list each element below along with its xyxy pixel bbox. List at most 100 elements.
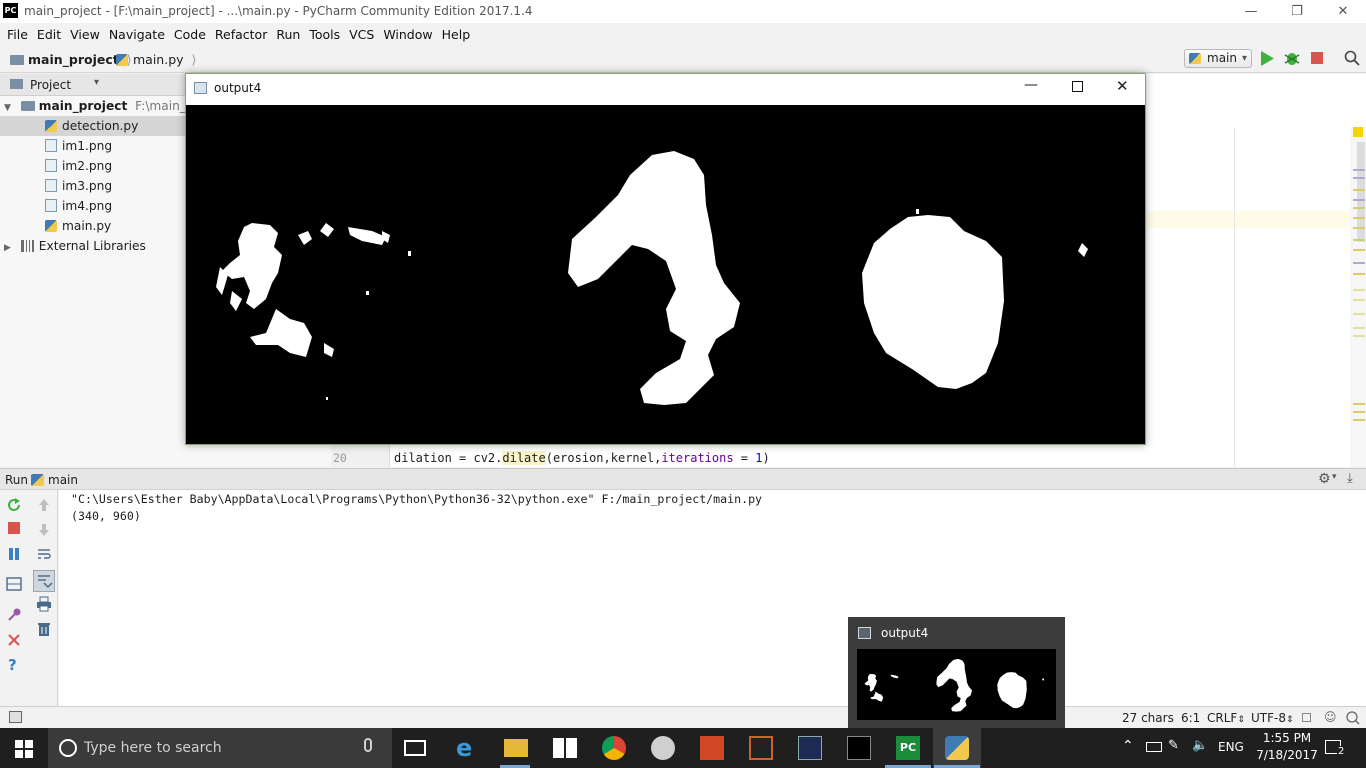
menu-navigate[interactable]: Navigate: [105, 27, 169, 42]
menu-refactor[interactable]: Refactor: [211, 27, 271, 42]
project-view-label[interactable]: Project: [30, 78, 71, 92]
file-encoding-label: UTF-8: [1251, 711, 1286, 725]
menu-bar: File Edit View Navigate Code Refactor Ru…: [0, 23, 1366, 45]
lock-icon[interactable]: [1302, 713, 1311, 722]
selection-chars: 27 chars: [1122, 711, 1174, 725]
dilated-blob-left: [216, 223, 411, 400]
microphone-icon[interactable]: [364, 738, 372, 752]
marker: [1353, 249, 1365, 251]
taskbar-search-box[interactable]: Type here to search: [48, 728, 392, 768]
chrome-icon[interactable]: [602, 736, 626, 760]
help-icon[interactable]: ?: [8, 656, 24, 674]
close-button[interactable]: ✕: [1320, 0, 1366, 23]
language-indicator[interactable]: ENG: [1218, 740, 1244, 754]
menu-window[interactable]: Window: [379, 27, 436, 42]
scroll-to-end-toggle[interactable]: [33, 570, 55, 592]
event-log-icon[interactable]: [1346, 711, 1360, 725]
window-icon: [194, 82, 207, 94]
line-separator[interactable]: CRLF⇕: [1207, 711, 1245, 725]
clock-time[interactable]: 1:55 PM: [1262, 731, 1312, 745]
close-icon[interactable]: [6, 632, 22, 648]
menu-code[interactable]: Code: [170, 27, 210, 42]
command-prompt-icon[interactable]: [847, 736, 871, 760]
chevron-right-icon: ⟩: [191, 52, 197, 67]
stop-icon[interactable]: [1311, 52, 1323, 64]
caret-position[interactable]: 6:1: [1181, 711, 1200, 725]
app-icon[interactable]: [651, 736, 675, 760]
chevron-down-icon[interactable]: ▾: [1332, 472, 1337, 482]
wifi-icon[interactable]: ✎: [1168, 738, 1179, 753]
menu-tools[interactable]: Tools: [305, 27, 344, 42]
tree-file-label: im2.png: [62, 159, 113, 173]
layout-icon[interactable]: [6, 576, 22, 592]
arrow-up-icon[interactable]: [36, 497, 52, 513]
file-explorer-icon[interactable]: [504, 739, 528, 757]
arrow-down-icon[interactable]: [36, 522, 52, 538]
file-encoding[interactable]: UTF-8⇕: [1251, 711, 1294, 725]
breadcrumb-project[interactable]: main_project ⟩: [10, 52, 132, 67]
menu-view[interactable]: View: [66, 27, 104, 42]
chevron-down-icon[interactable]: ▾: [94, 77, 99, 88]
menu-help[interactable]: Help: [438, 27, 475, 42]
clock-date[interactable]: 7/18/2017: [1255, 748, 1319, 762]
edge-browser-icon[interactable]: e: [456, 736, 480, 760]
menu-vcs[interactable]: VCS: [345, 27, 378, 42]
gear-icon[interactable]: ⚙: [1318, 471, 1331, 487]
hide-panel-icon[interactable]: ⤓: [1347, 471, 1353, 486]
marker: [1353, 419, 1365, 421]
battery-icon[interactable]: [1146, 742, 1162, 752]
menu-file[interactable]: File: [3, 27, 32, 42]
pycharm-taskbar-icon[interactable]: PC: [896, 736, 920, 760]
taskbar: Type here to search e PC ⌃ ✎ 🔈 ENG 1:55 …: [0, 728, 1366, 768]
inspector-icon[interactable]: ☺: [1324, 710, 1337, 724]
marker: [1353, 273, 1365, 275]
search-icon[interactable]: [1344, 50, 1360, 66]
taskbar-thumbnail[interactable]: output4: [848, 617, 1065, 728]
expand-arrow-icon[interactable]: ▼: [4, 103, 11, 113]
title-bar: PC main_project - [F:\main_project] - ..…: [0, 0, 1366, 23]
maximize-button[interactable]: [1072, 81, 1083, 92]
close-button[interactable]: ✕: [1116, 77, 1129, 95]
print-icon[interactable]: [36, 596, 52, 612]
tree-file-label: im4.png: [62, 199, 113, 213]
editor-error-stripe[interactable]: [1350, 127, 1366, 467]
volume-icon[interactable]: 🔈: [1192, 738, 1208, 753]
app-icon[interactable]: [749, 736, 773, 760]
tree-file-label: main.py: [62, 219, 112, 233]
python-icon: [31, 474, 44, 486]
pin-icon[interactable]: [6, 607, 22, 623]
library-icon: [20, 240, 34, 252]
output-window[interactable]: output4 — ✕: [185, 73, 1146, 445]
chevron-up-icon[interactable]: ⌃: [1122, 738, 1134, 754]
image-file-icon: [45, 199, 57, 212]
run-console[interactable]: "C:\Users\Esther Baby\AppData\Local\Prog…: [59, 490, 1366, 706]
run-panel-label: Run: [5, 473, 29, 487]
code-line[interactable]: dilation = cv2.dilate(erosion,kernel,ite…: [394, 451, 770, 465]
tool-windows-icon[interactable]: [9, 711, 22, 723]
store-icon[interactable]: [553, 738, 577, 758]
minimize-button[interactable]: —: [1024, 77, 1038, 93]
trash-icon[interactable]: [36, 621, 52, 637]
expand-arrow-icon[interactable]: ▶: [4, 243, 11, 253]
tree-file-label: detection.py: [62, 119, 139, 133]
windows-start-icon[interactable]: [15, 740, 33, 758]
task-view-icon[interactable]: [404, 740, 426, 756]
breadcrumb-file[interactable]: main.py ⟩: [116, 52, 196, 67]
pause-icon[interactable]: [6, 546, 22, 562]
menu-run[interactable]: Run: [272, 27, 304, 42]
menu-edit[interactable]: Edit: [33, 27, 65, 42]
marker: [1353, 189, 1365, 191]
restore-button[interactable]: ❐: [1274, 0, 1320, 23]
project-view-icon: [10, 79, 23, 89]
rerun-icon[interactable]: [6, 497, 22, 513]
minimize-button[interactable]: —: [1228, 0, 1274, 23]
soft-wrap-icon[interactable]: [36, 546, 52, 562]
mysql-icon[interactable]: [798, 736, 822, 760]
debug-icon[interactable]: [1284, 50, 1300, 66]
powerpoint-icon[interactable]: [700, 736, 724, 760]
run-icon[interactable]: [1260, 51, 1274, 66]
run-config-tab[interactable]: main: [48, 473, 78, 487]
stop-icon[interactable]: [8, 522, 20, 534]
marker: [1353, 289, 1365, 291]
run-config-select[interactable]: main: [1184, 49, 1252, 68]
